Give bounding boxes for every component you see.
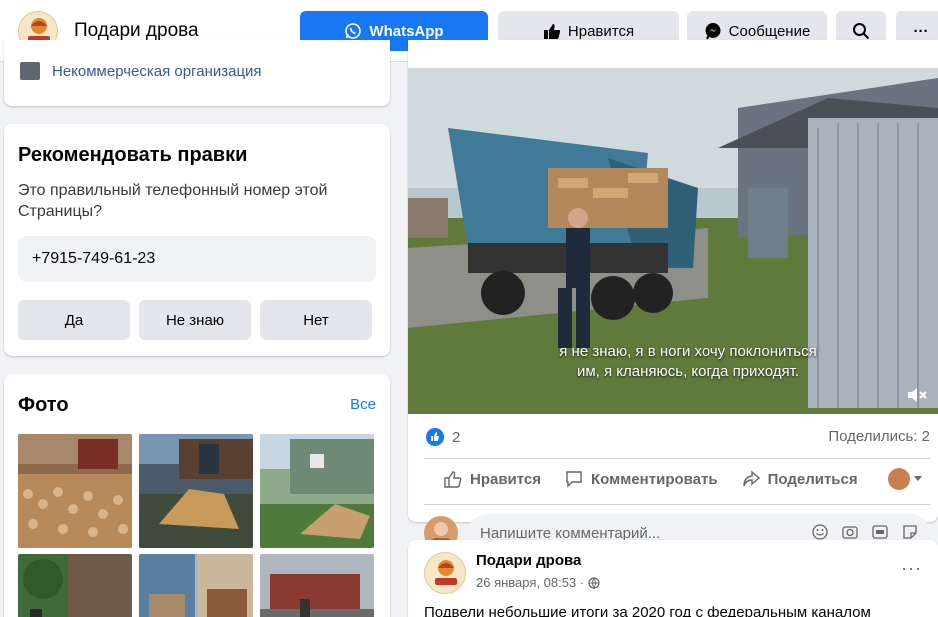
suggest-edits-title: Рекомендовать правки — [18, 144, 248, 166]
gif-icon[interactable] — [872, 524, 888, 540]
suggest-edits-card: Рекомендовать правки Это правильный теле… — [4, 124, 390, 356]
category-row[interactable]: Некоммерческая организация — [20, 62, 262, 80]
whatsapp-label: WhatsApp — [369, 22, 444, 40]
like-post-label: Нравится — [470, 470, 542, 488]
message-label: Сообщение — [728, 22, 811, 40]
video-player[interactable]: я не знаю, я в ноги хочу поклониться им,… — [408, 68, 938, 414]
comment-as-selector[interactable] — [888, 468, 922, 490]
post-author-avatar[interactable] — [424, 552, 466, 594]
video-post-card: я не знаю, я в ноги хочу поклониться им,… — [408, 40, 938, 553]
camera-icon[interactable] — [842, 524, 858, 540]
thumbs-up-icon — [543, 24, 561, 39]
caret-down-icon — [914, 476, 922, 481]
comment-icon — [566, 471, 582, 488]
reactions-summary[interactable]: 2 — [426, 428, 460, 446]
post-timestamp[interactable]: 26 января, 08:53 · — [476, 575, 600, 590]
photo-thumbnail[interactable] — [139, 434, 253, 548]
phone-number: +7915-749-61-23 — [32, 250, 156, 267]
messenger-icon — [705, 23, 721, 40]
photos-card: Фото Все — [4, 374, 390, 617]
comment-tools — [812, 524, 918, 540]
photo-thumbnail[interactable] — [260, 554, 374, 617]
about-card: Некоммерческая организация — [4, 40, 390, 106]
whatsapp-icon — [345, 23, 362, 39]
photo-thumbnail[interactable] — [18, 554, 132, 617]
page-title[interactable]: Подари дрова — [74, 20, 199, 42]
comment-placeholder: Напишите комментарий... — [480, 524, 661, 542]
post-author-name[interactable]: Подари дрова — [476, 552, 581, 569]
photo-thumbnail[interactable] — [18, 434, 132, 548]
reaction-count: 2 — [452, 428, 461, 446]
photo-thumbnail[interactable] — [260, 434, 374, 548]
divider — [424, 458, 930, 459]
suggest-edits-question: Это правильный телефонный номер этой Стр… — [18, 182, 328, 220]
shares-count[interactable]: Поделились: 2 — [828, 428, 930, 445]
post-actions: Нравится Комментировать Поделиться — [444, 470, 858, 488]
like-page-label: Нравится — [567, 22, 635, 40]
answer-unknown-button[interactable]: Не знаю — [139, 300, 251, 340]
video-subtitle: я не знаю, я в ноги хочу поклониться им,… — [478, 342, 898, 382]
video-subtitle-line-1: я не знаю, я в ноги хочу поклониться — [559, 343, 817, 360]
more-icon: ··· — [913, 22, 929, 40]
post-options-button[interactable]: ··· — [901, 558, 922, 579]
share-label: Поделиться — [767, 470, 858, 488]
video-subtitle-line-2: им, я кланяюсь, когда приходят. — [576, 363, 800, 380]
post-text: Подвели небольшие итоги за 2020 год с фе… — [424, 604, 871, 617]
briefcase-icon — [20, 62, 40, 80]
emoji-icon[interactable] — [812, 524, 828, 540]
sticker-icon[interactable] — [902, 524, 918, 540]
globe-icon — [588, 576, 600, 589]
thumbs-up-outline-icon — [444, 471, 462, 488]
photos-title: Фото — [18, 394, 69, 416]
answer-yes-button[interactable]: Да — [18, 300, 130, 340]
phone-number-field: +7915-749-61-23 — [18, 236, 376, 282]
category-link[interactable]: Некоммерческая организация — [52, 63, 262, 80]
commenter-avatar — [888, 468, 910, 490]
photo-thumbnail[interactable] — [139, 554, 253, 617]
photos-see-all-link[interactable]: Все — [350, 396, 376, 413]
divider — [424, 504, 930, 505]
search-icon — [853, 23, 870, 40]
comment-button[interactable]: Комментировать — [565, 470, 718, 488]
mute-icon[interactable] — [906, 386, 928, 404]
share-button[interactable]: Поделиться — [742, 470, 858, 488]
post-card: Подари дрова 26 января, 08:53 · ··· Подв… — [408, 540, 938, 617]
comment-label: Комментировать — [591, 470, 718, 488]
answer-no-button[interactable]: Нет — [260, 300, 372, 340]
like-post-button[interactable]: Нравится — [444, 470, 541, 488]
post-date: 26 января, 08:53 · — [476, 575, 585, 590]
like-reaction-icon — [426, 428, 444, 446]
share-icon — [742, 470, 760, 487]
